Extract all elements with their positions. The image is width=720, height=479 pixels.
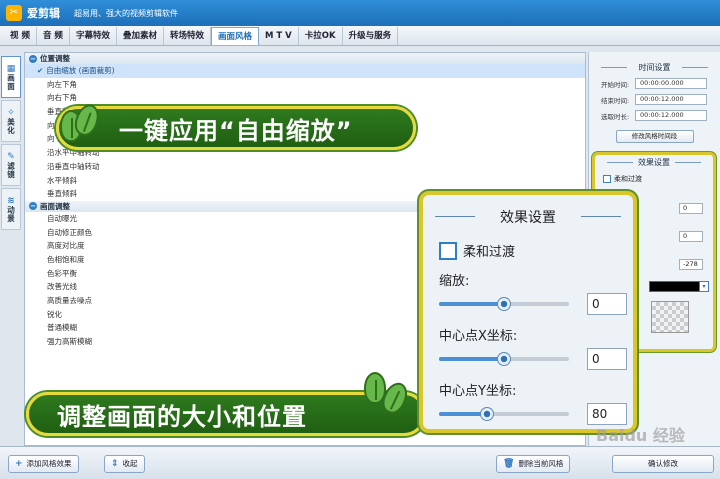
center-x-row: 0	[439, 348, 633, 370]
center-x-value-small[interactable]: 0	[679, 231, 703, 242]
tab-overlay[interactable]: 叠加素材	[117, 27, 164, 45]
start-time-row: 开始时间: 00:00:00.000	[601, 78, 714, 89]
duration-row: 选取时长: 00:00:12.000	[601, 110, 714, 121]
center-x-value-field[interactable]: 0	[587, 348, 627, 370]
tab-karaoke[interactable]: 卡拉OK	[299, 27, 343, 45]
app-logo-icon: ✂	[6, 5, 22, 21]
side-tab-label: 美化	[6, 117, 16, 135]
group-label: 位置调整	[40, 54, 70, 63]
start-time-field[interactable]: 00:00:00.000	[635, 78, 707, 89]
effect-settings-title: 效果设置	[423, 207, 633, 227]
tab-transitions[interactable]: 转场特效	[164, 27, 211, 45]
transparency-preview	[651, 301, 689, 333]
list-item[interactable]: 向右下角	[25, 91, 585, 105]
wave-icon: ≋	[7, 195, 15, 206]
end-time-row: 结束时间: 00:00:12.000	[601, 94, 714, 105]
checkbox-icon	[603, 175, 611, 183]
confirm-label: 确认修改	[648, 459, 678, 468]
side-tab-picture[interactable]: ▦ 画面	[1, 56, 21, 98]
collapse-arrows-icon: ⇕	[111, 459, 119, 469]
add-effect-button[interactable]: + 添加风格效果	[8, 455, 79, 473]
top-caption-banner: 一键应用“自由缩放”	[56, 106, 416, 150]
main-tab-bar: 视 频 音 频 字幕特效 叠加素材 转场特效 画面风格 M T V 卡拉OK 升…	[0, 26, 720, 46]
soft-transition-label: 柔和过渡	[463, 245, 516, 260]
center-y-slider[interactable]	[439, 403, 569, 425]
tab-mtv[interactable]: M T V	[259, 27, 299, 45]
slider-knob[interactable]	[497, 297, 511, 311]
color-swatch[interactable]	[649, 281, 705, 292]
center-y-label: 中心点Y坐标:	[439, 384, 517, 399]
list-item-label: 自由缩放 (画面裁剪)	[46, 66, 115, 75]
side-tab-filter[interactable]: ✎ 滤镜	[1, 144, 21, 186]
duration-field: 00:00:12.000	[635, 110, 707, 121]
list-item[interactable]: 沿垂直中轴转动	[25, 160, 585, 174]
scale-slider[interactable]	[439, 293, 569, 315]
scale-value-small[interactable]: 0	[679, 203, 703, 214]
soft-transition-label: 柔和过渡	[614, 175, 642, 183]
app-name: 爱剪辑	[27, 7, 60, 20]
scale-row: 0	[439, 293, 633, 315]
effect-settings-zoom: 效果设置 柔和过渡 缩放: 0 中心点X坐标: 0 中心点Y坐标: 80	[419, 191, 637, 433]
collapse-button[interactable]: ⇕ 收起	[104, 455, 145, 473]
soft-transition-checkbox-small[interactable]: 柔和过渡	[603, 174, 705, 184]
scale-label: 缩放:	[439, 274, 470, 289]
slider-knob[interactable]	[480, 407, 495, 421]
delete-effect-label: 删除当前风格	[518, 459, 564, 468]
tab-video[interactable]: 视 频	[4, 27, 37, 45]
slider-fill	[439, 357, 504, 361]
trash-icon: 🗑	[503, 459, 515, 469]
tab-audio[interactable]: 音 频	[37, 27, 70, 45]
add-effect-label: 添加风格效果	[26, 459, 72, 468]
tab-subtitle-effects[interactable]: 字幕特效	[70, 27, 117, 45]
collapse-icon[interactable]: −	[29, 54, 37, 63]
check-icon: ✔	[37, 66, 44, 75]
side-tab-label: 画面	[6, 73, 16, 91]
collapse-icon[interactable]: −	[29, 202, 37, 211]
title-bar: ✂ 爱剪辑 超易用、强大的视频剪辑软件	[0, 0, 720, 26]
top-caption-text: 一键应用“自由缩放”	[119, 116, 353, 145]
tab-upgrade[interactable]: 升级与服务	[343, 27, 399, 45]
scale-value-field[interactable]: 0	[587, 293, 627, 315]
app-slogan: 超易用、强大的视频剪辑软件	[74, 8, 178, 18]
checkbox-icon	[439, 241, 457, 260]
side-tab-motion[interactable]: ≋ 动景	[1, 188, 21, 230]
center-y-value-small[interactable]: -278	[679, 259, 703, 270]
collapse-label: 收起	[122, 459, 138, 468]
end-time-label: 结束时间:	[601, 96, 630, 105]
brush-icon: ✎	[7, 151, 15, 162]
start-time-label: 开始时间:	[601, 80, 630, 89]
delete-effect-button[interactable]: 🗑 删除当前风格	[496, 455, 571, 473]
plus-icon: +	[15, 459, 23, 469]
wand-icon: ✧	[7, 107, 15, 118]
center-x-slider[interactable]	[439, 348, 569, 370]
end-time-field[interactable]: 00:00:12.000	[635, 94, 707, 105]
time-settings-title: 时间设置	[589, 62, 720, 73]
list-item[interactable]: ✔ 自由缩放 (画面裁剪)	[25, 64, 585, 78]
slider-fill	[439, 302, 504, 306]
grid-icon: ▦	[6, 63, 16, 74]
bottom-caption-text: 调整画面的大小和位置	[57, 402, 307, 431]
side-tab-beautify[interactable]: ✧ 美化	[1, 100, 21, 142]
effect-settings-title: 效果设置	[595, 157, 713, 168]
side-tab-bar: ▦ 画面 ✧ 美化 ✎ 滤镜 ≋ 动景	[0, 54, 22, 234]
group-header-position[interactable]: − 位置调整	[25, 53, 585, 64]
chevron-down-icon[interactable]: ▾	[699, 281, 709, 292]
side-tab-label: 滤镜	[6, 161, 16, 179]
tab-picture-style[interactable]: 画面风格	[210, 27, 259, 45]
confirm-button[interactable]: 确认修改	[612, 455, 714, 473]
duration-label: 选取时长:	[601, 112, 630, 121]
list-item[interactable]: 水平倾斜	[25, 174, 585, 188]
modify-time-button[interactable]: 修改风格时间段	[615, 130, 694, 143]
list-item[interactable]: 向左下角	[25, 78, 585, 92]
bottom-toolbar: + 添加风格效果 ⇕ 收起 🗑 删除当前风格 确认修改	[0, 446, 720, 479]
group-label: 画面调整	[40, 201, 70, 211]
watermark-text: Baidu 经验	[596, 426, 685, 445]
slider-knob[interactable]	[497, 352, 511, 366]
soft-transition-checkbox[interactable]: 柔和过渡	[439, 241, 633, 260]
center-x-label: 中心点X坐标:	[439, 329, 518, 344]
side-tab-label: 动景	[6, 205, 16, 223]
